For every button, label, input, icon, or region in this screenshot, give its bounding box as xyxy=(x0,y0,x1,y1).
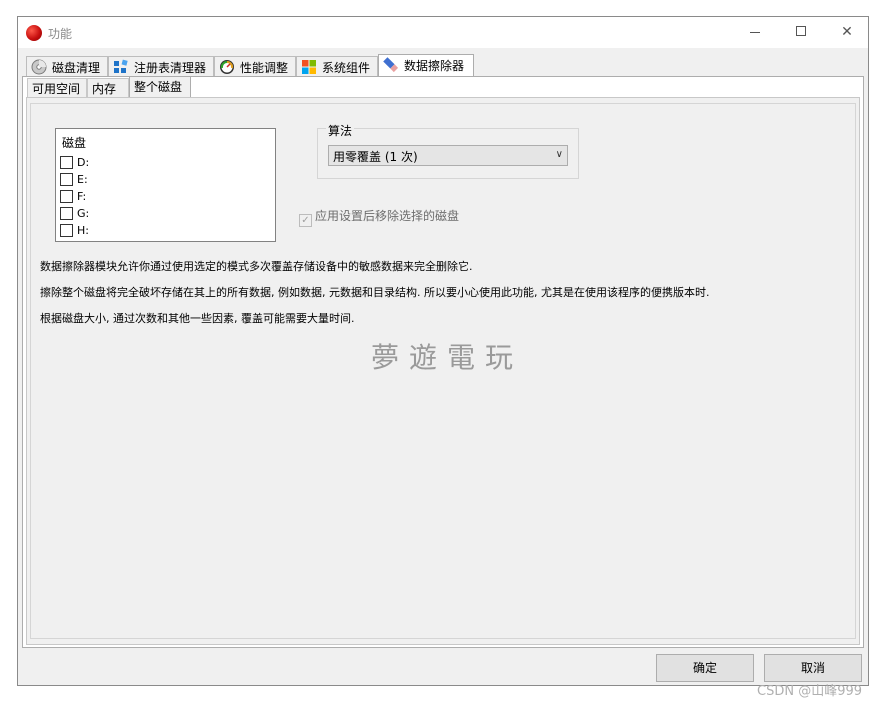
dialog-window: 功能 ✕ 磁盘清理 注册表清理器 性能调整 系统组件 数据擦除器 可用空间 内存… xyxy=(17,16,869,686)
checkbox-checked-disabled[interactable]: ✓ xyxy=(299,214,312,227)
description-line: 擦除整个磁盘将完全破坏存储在其上的所有数据, 例如数据, 元数据和目录结构. 所… xyxy=(40,286,710,299)
disk-list-header: 磁盘 xyxy=(62,136,87,150)
algorithm-label: 算法 xyxy=(326,122,355,139)
disk-cleaner-icon xyxy=(31,59,47,75)
maximize-button[interactable] xyxy=(778,17,824,48)
disk-label: H: xyxy=(77,224,89,237)
checkbox[interactable] xyxy=(60,207,73,220)
gauge-icon xyxy=(219,59,235,75)
disk-item-f[interactable]: F: xyxy=(60,190,86,204)
tab-label: 数据擦除器 xyxy=(404,59,465,73)
checkbox[interactable] xyxy=(60,224,73,237)
minimize-icon xyxy=(750,31,760,33)
disk-item-h[interactable]: H: xyxy=(60,224,89,238)
algorithm-select[interactable]: 用零覆盖 (1 次) ∨ xyxy=(328,145,568,166)
checkbox[interactable] xyxy=(60,173,73,186)
algorithm-group: 算法 用零覆盖 (1 次) ∨ xyxy=(317,122,579,179)
disk-item-d[interactable]: D: xyxy=(60,156,89,170)
content-frame: 磁盘 D: E: F: G: H: 算法 用零覆盖 (1 次) ∨ ✓ 应用设置后… xyxy=(30,103,856,639)
disk-item-e[interactable]: E: xyxy=(60,173,88,187)
disk-label: G: xyxy=(77,207,90,220)
tab-disk-cleaner[interactable]: 磁盘清理 xyxy=(26,56,108,76)
windows-logo-icon xyxy=(301,59,317,75)
tab-label: 系统组件 xyxy=(322,61,371,75)
window-title: 功能 xyxy=(48,27,73,41)
tab-label: 注册表清理器 xyxy=(134,61,207,75)
option-label: 应用设置后移除选择的磁盘 xyxy=(315,209,460,223)
disk-item-g[interactable]: G: xyxy=(60,207,89,221)
data-wiper-panel: 可用空间 内存 整个磁盘 磁盘 D: E: F: G: H: 算法 用零覆盖 (… xyxy=(22,76,864,648)
checkbox[interactable] xyxy=(60,190,73,203)
tab-system-components[interactable]: 系统组件 xyxy=(296,56,378,76)
tab-label: 性能调整 xyxy=(240,61,289,75)
title-bar: 功能 ✕ xyxy=(18,17,868,48)
close-button[interactable]: ✕ xyxy=(824,17,870,48)
ok-button[interactable]: 确定 xyxy=(656,654,754,682)
tab-data-wiper[interactable]: 数据擦除器 xyxy=(378,54,474,76)
maximize-icon xyxy=(796,26,806,36)
csdn-watermark: CSDN @山峰999 xyxy=(757,684,863,699)
entire-disk-content: 磁盘 D: E: F: G: H: 算法 用零覆盖 (1 次) ∨ ✓ 应用设置后… xyxy=(26,97,860,645)
description-line: 数据擦除器模块允许你通过使用选定的模式多次覆盖存储设备中的敏感数据来完全删除它. xyxy=(40,260,473,273)
subtab-entire-disk[interactable]: 整个磁盘 xyxy=(129,76,191,97)
algorithm-selected-value: 用零覆盖 (1 次) xyxy=(333,150,418,164)
close-icon: ✕ xyxy=(841,24,853,40)
remove-selected-disks-option[interactable]: ✓ 应用设置后移除选择的磁盘 xyxy=(299,207,459,227)
disk-list[interactable]: 磁盘 D: E: F: G: H: xyxy=(55,128,276,242)
tab-registry-cleaner[interactable]: 注册表清理器 xyxy=(108,56,214,76)
disk-label: F: xyxy=(77,190,87,203)
tab-label: 磁盘清理 xyxy=(52,61,101,75)
watermark-text: 夢遊電玩 xyxy=(371,341,524,374)
checkbox[interactable] xyxy=(60,156,73,169)
disk-label: E: xyxy=(77,173,88,186)
description-line: 根据磁盘大小, 通过次数和其他一些因素, 覆盖可能需要大量时间. xyxy=(40,312,355,325)
minimize-button[interactable] xyxy=(732,17,778,48)
disk-label: D: xyxy=(77,156,90,169)
subtab-label: 可用空间 xyxy=(32,82,81,96)
registry-icon xyxy=(113,59,129,75)
subtab-free-space[interactable]: 可用空间 xyxy=(27,78,87,97)
eraser-icon xyxy=(383,57,399,73)
chevron-down-icon: ∨ xyxy=(555,149,563,160)
app-logo-icon xyxy=(26,25,42,41)
cancel-button[interactable]: 取消 xyxy=(764,654,862,682)
subtab-label: 整个磁盘 xyxy=(134,80,183,94)
subtab-memory[interactable]: 内存 xyxy=(87,78,129,97)
tab-performance[interactable]: 性能调整 xyxy=(214,56,296,76)
subtab-label: 内存 xyxy=(92,82,117,96)
